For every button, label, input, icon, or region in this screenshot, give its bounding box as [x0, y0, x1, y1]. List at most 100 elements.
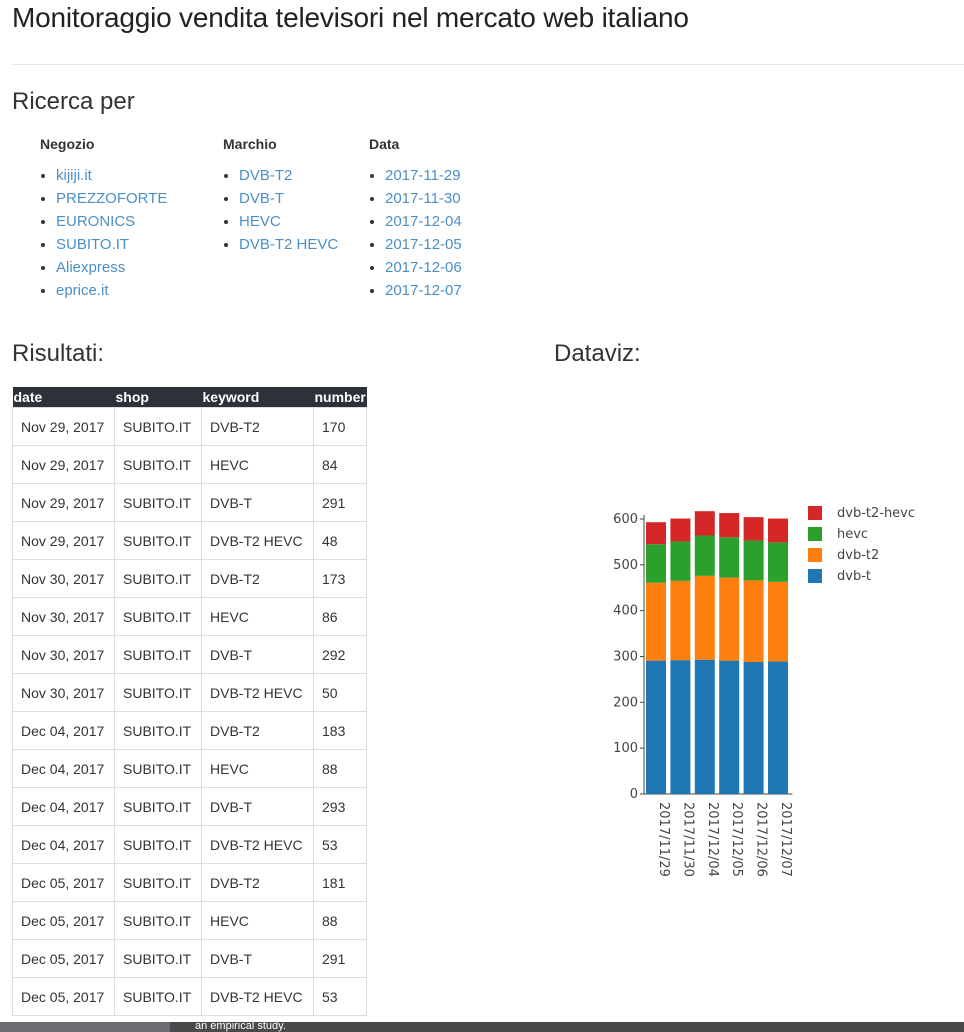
cell-shop: SUBITO.IT [114, 787, 202, 826]
bar-segment-dvb-t2 [694, 575, 715, 660]
bar-segment-hevc [743, 540, 764, 581]
cell-number: 53 [312, 977, 368, 1016]
stacked-bar-chart: 0 100 200 300 400 500 600 2017/11/29 2017/11/30 2… [613, 506, 915, 877]
cell-number: 50 [312, 673, 368, 712]
y-tick-label: 600 [613, 512, 638, 527]
filter-link-date-2017-12-07[interactable]: 2017-12-07 [385, 282, 462, 299]
cell-date: Dec 05, 2017 [12, 901, 115, 940]
filter-date-item: 2017-11-30 [385, 187, 462, 210]
bar-segment-dvb-t2 [768, 581, 788, 662]
filter-link-brand-dvb-t2-hevc[interactable]: DVB-T2 HEVC [239, 236, 338, 253]
bar-segment-dvb-t [646, 660, 666, 794]
column-header-shop[interactable]: shop [114, 387, 202, 408]
filter-link-shop-kijiji[interactable]: kijiji.it [56, 167, 92, 184]
column-header-keyword[interactable]: keyword [201, 387, 314, 408]
legend-swatch-dvb-t2 [808, 548, 822, 562]
filter-link-date-2017-12-05[interactable]: 2017-12-05 [385, 236, 462, 253]
cell-shop: SUBITO.IT [114, 597, 202, 636]
bar-segment-dvb-t [670, 660, 691, 794]
cell-shop: SUBITO.IT [114, 407, 202, 446]
legend-swatch-hevc [808, 527, 822, 541]
filter-link-date-2017-12-06[interactable]: 2017-12-06 [385, 259, 462, 276]
filter-date-item: 2017-12-07 [385, 279, 462, 302]
filter-link-brand-dvb-t2[interactable]: DVB-T2 [239, 167, 292, 184]
cell-number: 53 [312, 825, 368, 864]
cell-date: Nov 30, 2017 [12, 597, 115, 636]
filter-date-item: 2017-11-29 [385, 164, 462, 187]
table-row: Dec 04, 2017 SUBITO.IT HEVC 88 [12, 749, 368, 788]
legend-label-dvb-t2: dvb-t2 [837, 548, 879, 563]
filter-brand-item: DVB-T [239, 187, 338, 210]
cell-number: 292 [312, 635, 368, 674]
bar-segment-dvb-t [768, 661, 788, 794]
filter-link-shop-euronics[interactable]: EURONICS [56, 213, 135, 230]
cell-date: Nov 29, 2017 [12, 407, 115, 446]
bar-segment-dvb-t2 [670, 580, 691, 661]
filter-brand: Marchio DVB-T2 DVB-T HEVC DVB-T2 HEVC [223, 136, 338, 256]
bar-segment-dvb-t2 [743, 580, 764, 662]
table-row: Dec 05, 2017 SUBITO.IT HEVC 88 [12, 901, 368, 940]
cell-number: 291 [312, 939, 368, 978]
filter-link-shop-eprice[interactable]: eprice.it [56, 282, 109, 299]
filter-date-item: 2017-12-05 [385, 233, 462, 256]
filter-link-shop-prezzoforte[interactable]: PREZZOFORTE [56, 190, 167, 207]
bar-segment-dvb-t2-hevc [743, 517, 764, 541]
column-header-date[interactable]: date [12, 387, 115, 408]
bar-segment-dvb-t [694, 659, 715, 794]
y-tick-label: 400 [613, 604, 638, 619]
bar-segment-hevc [694, 535, 715, 576]
cell-keyword: DVB-T [201, 483, 314, 522]
cell-keyword: DVB-T2 HEVC [201, 673, 314, 712]
cell-number: 84 [312, 445, 368, 484]
cell-shop: SUBITO.IT [114, 445, 202, 484]
bar-segment-dvb-t2-hevc [670, 518, 691, 542]
filter-link-brand-hevc[interactable]: HEVC [239, 213, 281, 230]
legend-swatch-dvb-t2-hevc [808, 506, 822, 520]
cell-number: 183 [312, 711, 368, 750]
cell-number: 291 [312, 483, 368, 522]
cell-date: Dec 04, 2017 [12, 787, 115, 826]
bar-segment-hevc [768, 542, 788, 582]
cell-shop: SUBITO.IT [114, 901, 202, 940]
title-divider [12, 64, 964, 65]
cell-shop: SUBITO.IT [114, 559, 202, 598]
filter-link-date-2017-11-30[interactable]: 2017-11-30 [385, 190, 461, 207]
results-table: date shop keyword number Nov 29, 2017 SUB… [12, 387, 368, 1016]
overlay-text: an empirical study. [195, 1022, 286, 1032]
filter-link-shop-subito[interactable]: SUBITO.IT [56, 236, 129, 253]
table-row: Dec 04, 2017 SUBITO.IT DVB-T2 183 [12, 711, 368, 750]
cell-number: 293 [312, 787, 368, 826]
column-header-number[interactable]: number [313, 387, 367, 408]
legend-swatch-dvb-t [808, 569, 822, 583]
cell-shop: SUBITO.IT [114, 711, 202, 750]
cell-date: Dec 05, 2017 [12, 939, 115, 978]
cell-number: 181 [312, 863, 368, 902]
filter-date: Data 2017-11-29 2017-11-30 2017-12-04 20… [369, 136, 462, 302]
filter-shop-item: SUBITO.IT [56, 233, 167, 256]
x-tick-label: 2017/12/05 [729, 802, 744, 877]
cell-keyword: DVB-T [201, 787, 314, 826]
filter-date-title: Data [369, 136, 400, 152]
dataviz-heading: Dataviz: [554, 340, 641, 367]
bar-segment-dvb-t2-hevc [694, 511, 715, 536]
y-tick-label: 100 [613, 741, 638, 756]
filter-link-date-2017-11-29[interactable]: 2017-11-29 [385, 167, 461, 184]
bar-segment-dvb-t2-hevc [719, 513, 740, 538]
cell-date: Nov 29, 2017 [12, 483, 115, 522]
cell-keyword: DVB-T [201, 939, 314, 978]
cell-number: 88 [312, 901, 368, 940]
cell-keyword: DVB-T2 [201, 863, 314, 902]
thumbnail-image [0, 1022, 170, 1032]
filter-link-brand-dvb-t[interactable]: DVB-T [239, 190, 284, 207]
cell-shop: SUBITO.IT [114, 977, 202, 1016]
cell-keyword: DVB-T2 HEVC [201, 521, 314, 560]
table-row: Nov 29, 2017 SUBITO.IT DVB-T2 170 [12, 407, 368, 446]
cell-shop: SUBITO.IT [114, 635, 202, 674]
filter-link-date-2017-12-04[interactable]: 2017-12-04 [385, 213, 462, 230]
search-heading: Ricerca per [12, 88, 135, 115]
filter-link-shop-aliexpress[interactable]: Aliexpress [56, 259, 125, 276]
cell-number: 48 [312, 521, 368, 560]
results-header-row: date shop keyword number [12, 387, 367, 408]
page-title: Monitoraggio vendita televisori nel merc… [12, 2, 689, 33]
cell-number: 86 [312, 597, 368, 636]
